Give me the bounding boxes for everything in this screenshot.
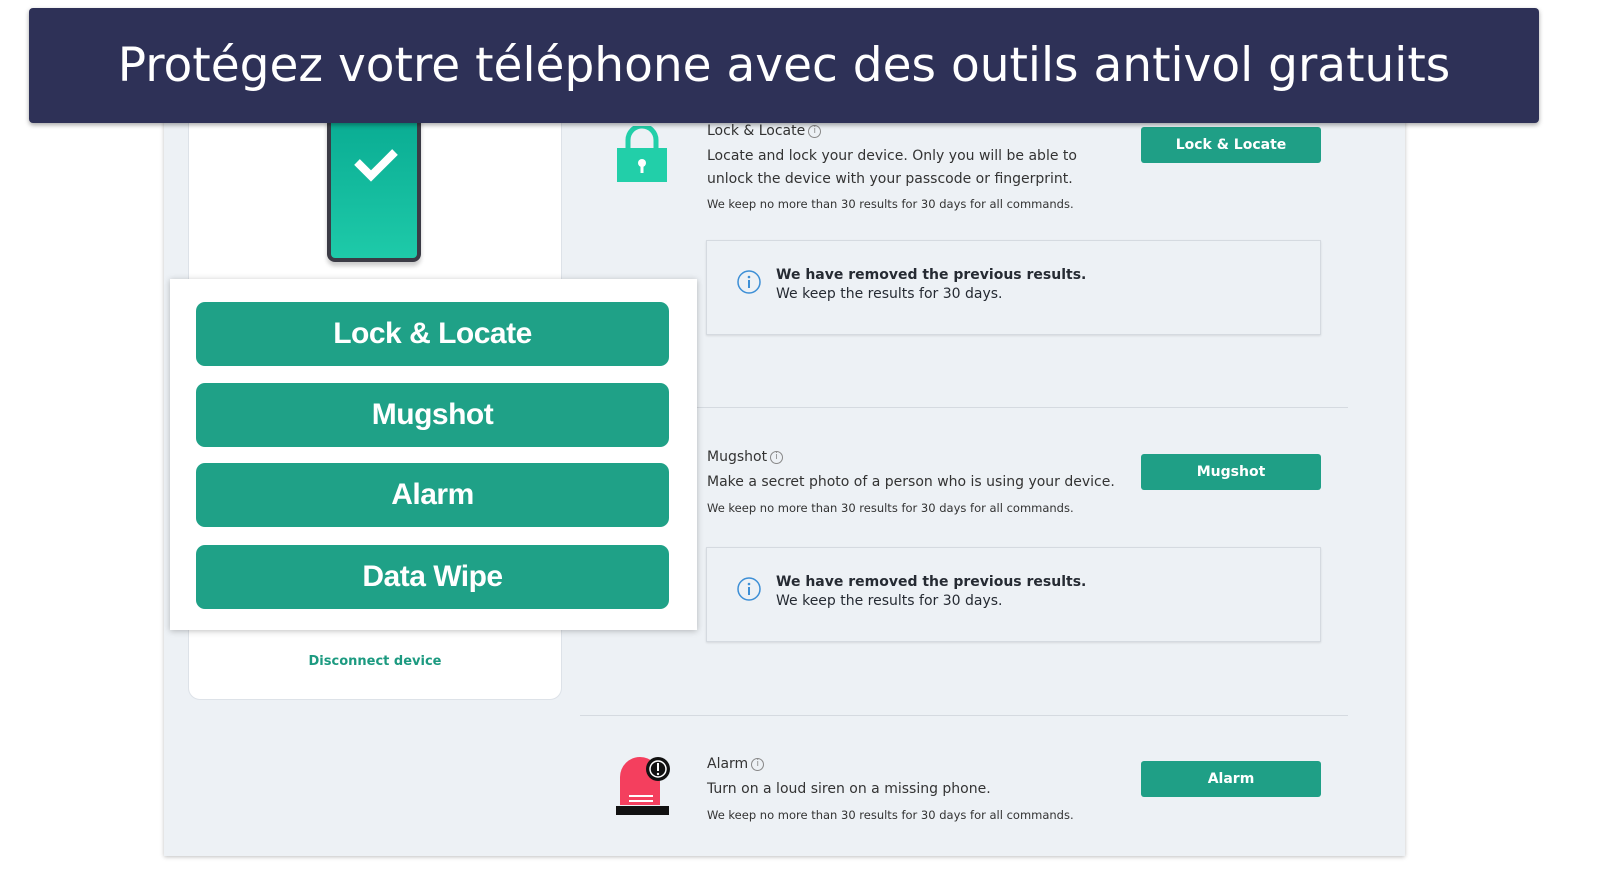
phone-check-icon bbox=[327, 110, 421, 262]
mugshot-note: We keep no more than 30 results for 30 d… bbox=[707, 501, 1074, 515]
alarm-note: We keep no more than 30 results for 30 d… bbox=[707, 808, 1074, 822]
mugshot-desc: Make a secret photo of a person who is u… bbox=[707, 474, 1115, 490]
disconnect-device-link[interactable]: Disconnect device bbox=[188, 654, 562, 669]
info-bold: We have removed the previous results. bbox=[776, 267, 1087, 283]
info-icon[interactable]: i bbox=[770, 450, 784, 464]
mugshot-button[interactable]: Mugshot bbox=[1141, 454, 1321, 490]
alarm-button[interactable]: Alarm bbox=[1141, 761, 1321, 797]
info-icon[interactable]: i bbox=[751, 757, 765, 771]
divider bbox=[580, 715, 1348, 716]
data-wipe-big-button[interactable]: Data Wipe bbox=[196, 545, 669, 609]
padlock-icon bbox=[617, 126, 667, 182]
command-popup: Lock & Locate Mugshot Alarm Data Wipe bbox=[170, 279, 697, 630]
info-bold: We have removed the previous results. bbox=[776, 574, 1087, 590]
lock-locate-big-button[interactable]: Lock & Locate bbox=[196, 302, 669, 366]
alarm-desc: Turn on a loud siren on a missing phone. bbox=[707, 781, 991, 797]
lock-locate-desc: Locate and lock your device. Only you wi… bbox=[707, 148, 1077, 187]
lock-locate-note: We keep no more than 30 results for 30 d… bbox=[707, 197, 1074, 211]
mugshot-big-button[interactable]: Mugshot bbox=[196, 383, 669, 447]
lock-locate-title-text: Lock & Locate bbox=[707, 123, 806, 139]
alarm-big-button[interactable]: Alarm bbox=[196, 463, 669, 527]
info-text: We keep the results for 30 days. bbox=[776, 286, 1003, 302]
alarm-title-text: Alarm bbox=[707, 756, 749, 772]
info-circle-icon bbox=[737, 577, 761, 601]
mugshot-title: Mugshot i bbox=[707, 449, 784, 465]
alarm-title: Alarm i bbox=[707, 756, 765, 772]
alarm-siren-icon bbox=[616, 757, 670, 815]
mugshot-info-box: We have removed the previous results. We… bbox=[706, 547, 1321, 642]
info-text: We keep the results for 30 days. bbox=[776, 593, 1003, 609]
info-circle-icon bbox=[737, 270, 761, 294]
mugshot-title-text: Mugshot bbox=[707, 449, 768, 465]
banner-title: Protégez votre téléphone avec des outils… bbox=[29, 8, 1539, 123]
info-icon[interactable]: i bbox=[808, 124, 822, 138]
lock-locate-title: Lock & Locate i bbox=[707, 123, 822, 139]
lock-locate-button[interactable]: Lock & Locate bbox=[1141, 127, 1321, 163]
lock-locate-info-box: We have removed the previous results. We… bbox=[706, 240, 1321, 335]
